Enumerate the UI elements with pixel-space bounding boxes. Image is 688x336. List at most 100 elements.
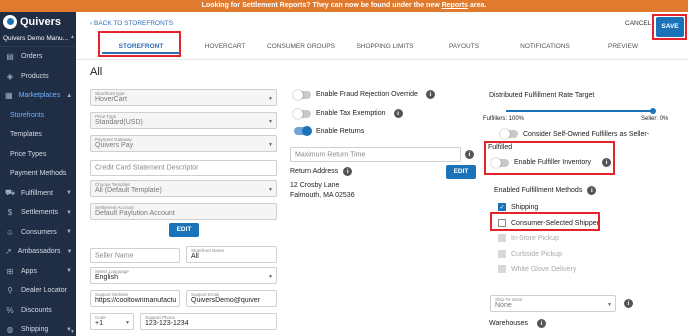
method-curbside-pickup: Curbside Pickup	[498, 250, 562, 258]
caret-down-icon: ▼	[125, 320, 130, 326]
checkbox-disabled-icon	[498, 250, 506, 258]
method-white-glove: White Glove Delivery	[498, 265, 576, 273]
sidebar-item-price-types[interactable]: Price Types	[0, 145, 76, 165]
method-in-store-pickup: In-Store Pickup	[498, 234, 559, 242]
info-icon[interactable]: i	[425, 90, 435, 99]
tag-icon: ◈	[6, 71, 14, 81]
tab-preview[interactable]: PREVIEW	[588, 40, 658, 54]
language-select[interactable]: Select Language English ▼	[90, 267, 277, 284]
sidebar-item-ambassadors[interactable]: ↗ Ambassadors ▼	[0, 242, 76, 262]
methods-title: Enabled Fulfillment Methods	[494, 187, 583, 194]
info-icon[interactable]: i	[587, 186, 597, 195]
return-address: 12 Crosby Lane Falmouth, MA 02536	[290, 181, 355, 201]
info-icon[interactable]: i	[393, 109, 403, 118]
info-icon[interactable]: i	[624, 299, 633, 308]
method-label: Shipping	[511, 203, 539, 211]
storefront-icon: ▦	[5, 91, 13, 101]
store-selector[interactable]: Quivers Demo Manu...	[0, 31, 76, 47]
sidebar-item-payment-methods[interactable]: Payment Methods	[0, 164, 76, 184]
fraud-override-toggle[interactable]	[293, 89, 311, 100]
seller-name-input[interactable]: Seller Name	[90, 248, 180, 263]
price-type-select[interactable]: Price Type Standard(USD) ▼	[90, 112, 277, 129]
max-return-time-input[interactable]: Maximum Return Time	[290, 147, 461, 162]
sidebar-item-settlements[interactable]: $ Settlements ▼	[0, 203, 76, 223]
input-placeholder: Maximum Return Time	[295, 151, 366, 158]
caret-down-icon: ▼	[268, 187, 273, 193]
sidebar-item-apps[interactable]: ⊞ Apps ▼	[0, 262, 76, 282]
sidebar-item-fulfillment[interactable]: ⛟ Fulfillment ▼	[0, 184, 76, 204]
pin-icon: ⚲	[7, 286, 13, 296]
field-value: None	[495, 302, 512, 309]
quivers-logo-icon	[3, 14, 17, 29]
sidebar-item-consumers[interactable]: ☺ Consumers ▼	[0, 223, 76, 243]
tab-notifications[interactable]: NOTIFICATIONS	[502, 40, 588, 54]
statement-descriptor-input[interactable]: Credit Card Statement Descriptor	[90, 160, 277, 176]
field-value: HoverCart	[95, 96, 127, 103]
checkbox-checked-icon[interactable]: ✓	[498, 203, 506, 211]
method-shipping[interactable]: ✓ Shipping	[498, 203, 538, 211]
tax-exemption-toggle[interactable]	[293, 108, 311, 119]
chevron-down-icon: ▼	[66, 209, 72, 216]
storefront-name-input[interactable]: Storefront Name All	[186, 246, 277, 263]
info-icon[interactable]: i	[343, 167, 353, 176]
rate-slider-track[interactable]	[506, 110, 654, 112]
template-select[interactable]: Choose Template All (Default Template) ▼	[90, 180, 277, 197]
sidebar-item-marketplaces[interactable]: ▦ Marketplaces ▲	[0, 86, 76, 106]
logo[interactable]: Quivers	[0, 12, 76, 31]
phone-code-select[interactable]: Code +1 ▼	[90, 313, 134, 330]
caret-down-icon: ▼	[268, 142, 273, 148]
support-phone-input[interactable]: Support Phone 123-123-1234	[140, 313, 277, 330]
cancel-button[interactable]: CANCEL	[625, 20, 651, 27]
support-email-input[interactable]: Support Email QuiversDemo@quiver	[186, 290, 277, 307]
caret-down-icon: ▼	[607, 302, 612, 308]
edit-settlement-button[interactable]: EDIT	[169, 223, 199, 237]
sidebar-item-products[interactable]: ◈ Products	[0, 67, 76, 87]
toggle-label: Consider Self-Owned Fulfillers as Seller…	[523, 130, 650, 138]
sidebar-item-discounts[interactable]: % Discounts	[0, 301, 76, 321]
truck-icon: ⛟	[5, 188, 16, 198]
sidebar-item-label: Consumers	[21, 228, 57, 236]
sidebar: Quivers Quivers Demo Manu... ▲ ▤ Orders ◈…	[0, 12, 76, 336]
info-icon[interactable]: i	[465, 150, 474, 159]
address-line-1: 12 Crosby Lane	[290, 182, 340, 189]
back-to-storefronts-link[interactable]: ‹ BACK TO STOREFRONTS	[90, 20, 173, 27]
sidebar-item-templates[interactable]: Templates	[0, 125, 76, 145]
sidebar-item-orders[interactable]: ▤ Orders	[0, 47, 76, 67]
sidebar-item-dealer-locator[interactable]: ⚲ Dealer Locator	[0, 281, 76, 301]
tax-exemption-row: Enable Tax Exemption i	[293, 108, 403, 119]
self-owned-row: Consider Self-Owned Fulfillers as Seller…	[500, 129, 650, 139]
chevron-down-icon: ▼	[66, 268, 72, 275]
field-value: Standard(USD)	[95, 119, 143, 126]
sidebar-item-label: Ambassadors	[17, 248, 61, 256]
returns-row: Enable Returns	[294, 126, 364, 136]
scroll-up-icon[interactable]: ▲	[70, 34, 75, 40]
highlight-fulfiller-inventory	[484, 141, 615, 175]
tab-shopping-limits[interactable]: SHOPPING LIMITS	[344, 40, 426, 54]
sidebar-item-shipping[interactable]: ◍ Shipping ▼	[0, 320, 76, 336]
info-icon[interactable]: i	[537, 319, 547, 328]
storefront-type-select[interactable]: Storefront type HoverCart ▼	[90, 89, 277, 106]
payment-gateway-select[interactable]: Payment Gateway Quivers Pay ▼	[90, 135, 277, 152]
support-website-input[interactable]: Support Website https://cooltownmanufact…	[90, 290, 180, 307]
warehouses-label: Warehouses	[489, 320, 529, 327]
returns-toggle[interactable]	[294, 126, 312, 136]
return-address-row: Return Address i	[290, 167, 353, 176]
scroll-down-icon[interactable]: ▼	[70, 329, 75, 335]
sidebar-item-label: Discounts	[21, 306, 52, 314]
field-value: English	[95, 274, 118, 281]
toggle-label: Enable Tax Exemption	[316, 110, 386, 117]
tab-consumer-groups[interactable]: CONSUMER GROUPS	[258, 40, 344, 54]
banner-text: Looking for Settlement Reports? They can…	[201, 2, 442, 9]
field-value: +1	[95, 320, 103, 327]
sidebar-item-storefronts[interactable]: Storefronts	[0, 106, 76, 126]
checkbox-disabled-icon	[498, 265, 506, 273]
settlement-account-select[interactable]: Settlement Account Default Paylution Acc…	[90, 203, 277, 220]
ship-to-store-select[interactable]: Ship-To-Store None ▼	[490, 295, 616, 312]
percent-icon: %	[6, 305, 14, 315]
caret-down-icon: ▼	[268, 274, 273, 280]
tab-payouts[interactable]: PAYOUTS	[426, 40, 502, 54]
edit-return-address-button[interactable]: EDIT	[446, 165, 476, 179]
tab-hovercart[interactable]: HOVERCART	[192, 40, 258, 54]
self-owned-toggle[interactable]	[500, 129, 518, 139]
reports-link[interactable]: Reports	[442, 2, 468, 9]
